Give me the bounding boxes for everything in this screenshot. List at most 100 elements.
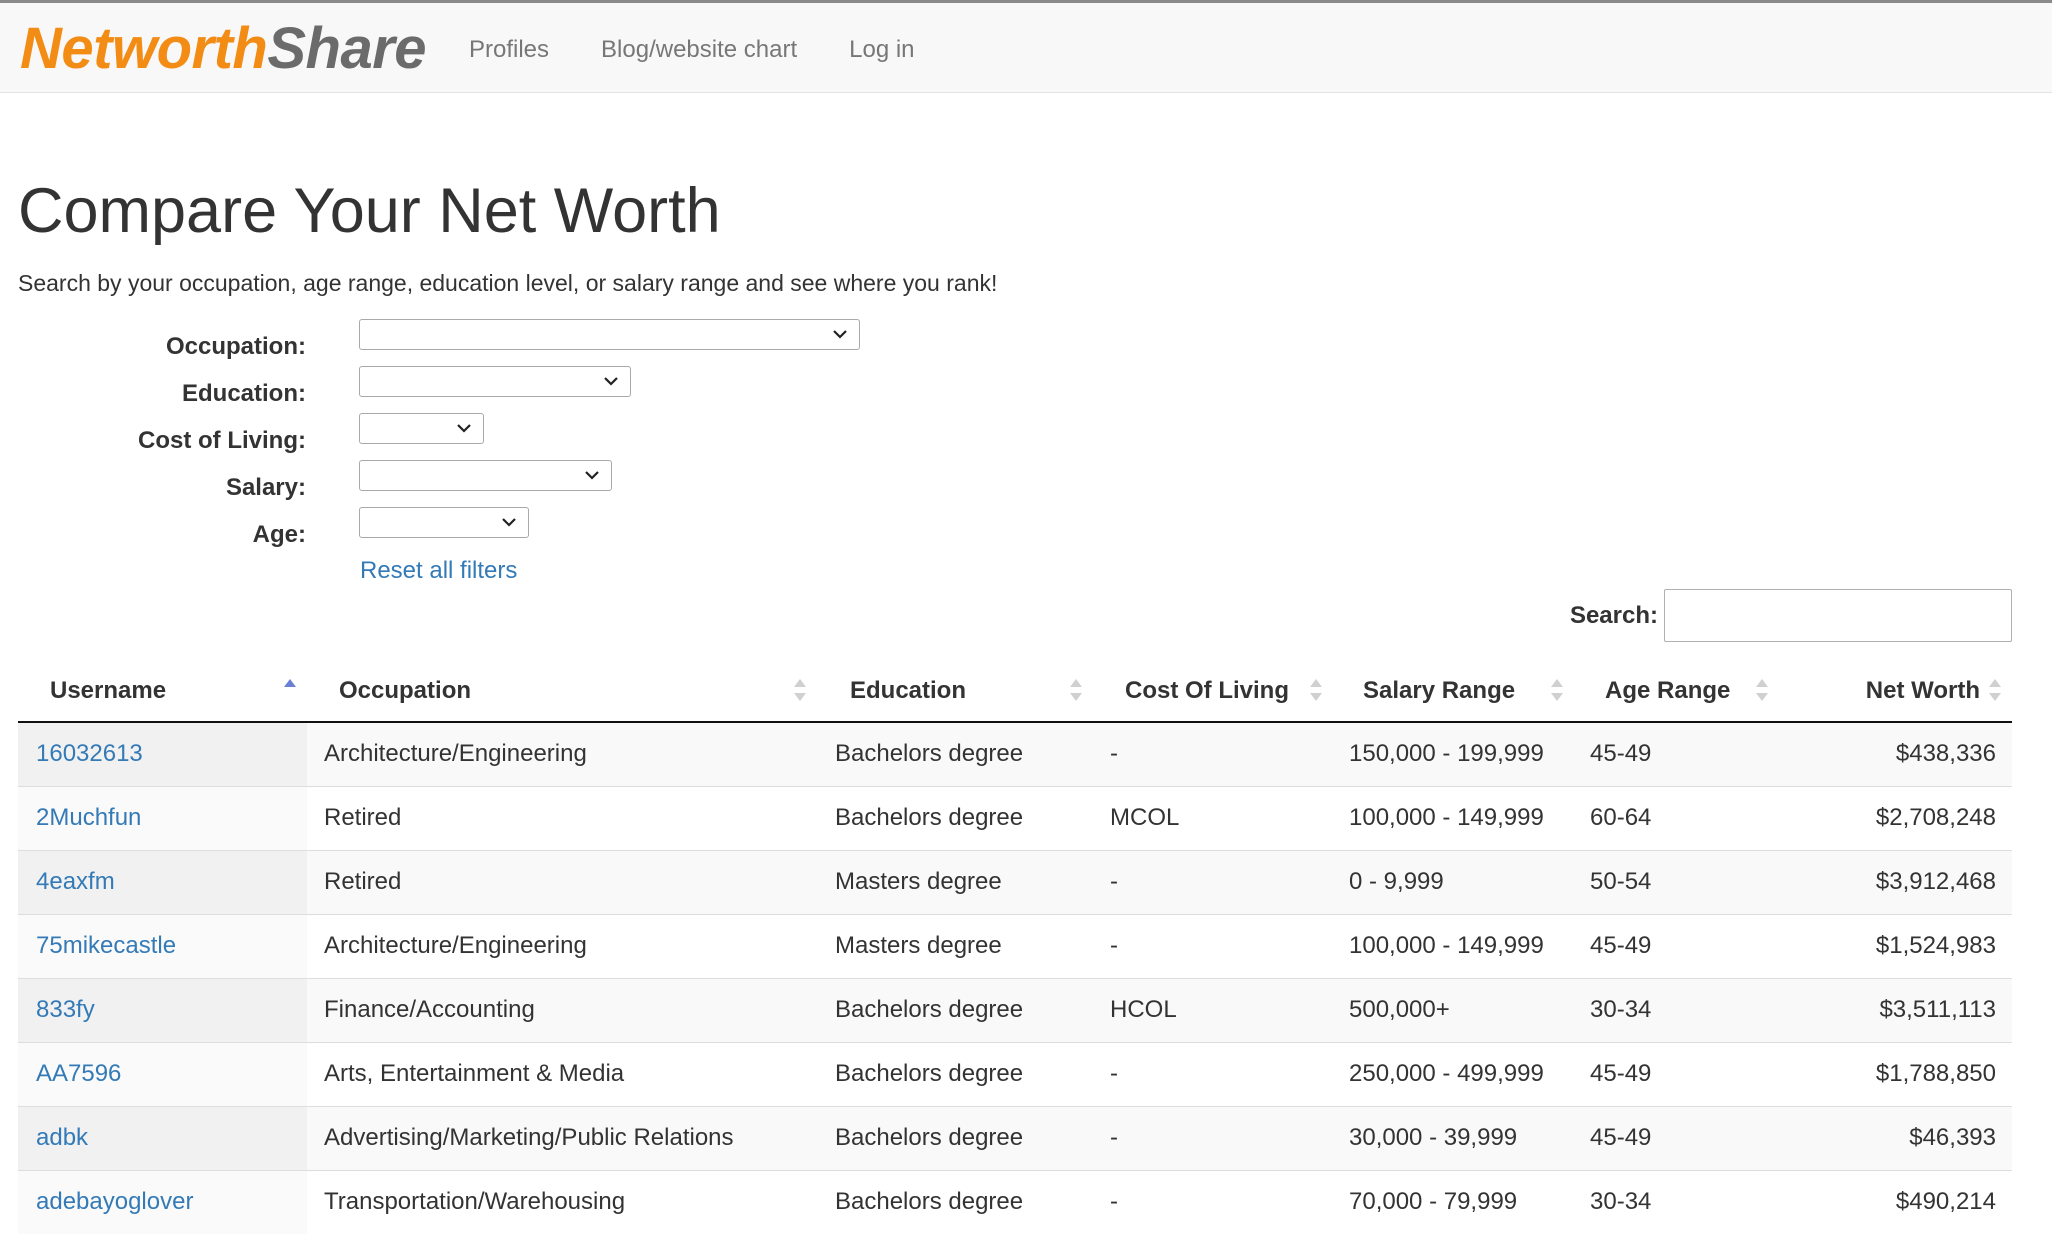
salary-range-value: 30,000 - 39,999 — [1349, 1124, 1518, 1151]
age-range-value: 30-34 — [1590, 1188, 1652, 1216]
cell-net-worth: $3,912,468 — [1779, 849, 2012, 914]
cell-education: Masters degree — [818, 913, 1093, 978]
table-row: 75mikecastle Architecture/Engineering Ma… — [18, 913, 2012, 978]
age-select[interactable] — [359, 507, 529, 538]
cell-occupation: Retired — [307, 849, 818, 914]
cell-occupation: Advertising/Marketing/Public Relations — [307, 1105, 818, 1170]
cell-salary-range: 70,000 - 79,999 — [1333, 1169, 1574, 1234]
occupation-select[interactable] — [359, 319, 860, 350]
cost-of-living-value: MCOL — [1110, 804, 1180, 831]
cell-age-range: 30-34 — [1574, 1169, 1779, 1234]
username-link[interactable]: 4eaxfm — [18, 867, 307, 897]
cost-of-living-value: - — [1110, 868, 1118, 895]
cell-username: 4eaxfm — [18, 849, 307, 914]
cell-salary-range: 100,000 - 149,999 — [1333, 913, 1574, 978]
search-input[interactable] — [1664, 589, 2012, 642]
cost-of-living-select[interactable] — [359, 413, 484, 444]
column-header-username[interactable]: Username — [18, 658, 307, 723]
cell-occupation: Architecture/Engineering — [307, 913, 818, 978]
salary-range-value: 0 - 9,999 — [1349, 868, 1444, 895]
cell-age-range: 30-34 — [1574, 977, 1779, 1042]
cell-net-worth: $490,214 — [1779, 1169, 2012, 1234]
nav-blog-website-chart[interactable]: Blog/website chart — [601, 33, 797, 67]
net-worth-value: $3,912,468 — [1875, 868, 1996, 895]
column-label: Age Range — [1605, 677, 1731, 704]
table-header-row: Username Occupation Education Cost Of Li… — [18, 658, 2012, 723]
cell-occupation: Retired — [307, 785, 818, 850]
salary-range-value: 70,000 - 79,999 — [1349, 1188, 1518, 1216]
net-worth-value: $46,393 — [1909, 1124, 1996, 1151]
networth-table: Username Occupation Education Cost Of Li… — [18, 658, 2012, 1234]
education-value: Masters degree — [835, 868, 1002, 895]
occupation-value: Architecture/Engineering — [324, 932, 587, 959]
brand-name-part1: Networth — [20, 16, 268, 81]
chevron-down-icon — [602, 370, 620, 392]
net-worth-value: $3,511,113 — [1879, 996, 1996, 1023]
cell-age-range: 45-49 — [1574, 1041, 1779, 1106]
username-link[interactable]: adbk — [18, 1123, 307, 1153]
cell-occupation: Arts, Entertainment & Media — [307, 1041, 818, 1106]
column-header-net-worth[interactable]: Net Worth — [1779, 658, 2012, 723]
table-row: 16032613 Architecture/Engineering Bachel… — [18, 722, 2012, 786]
salary-select[interactable] — [359, 460, 612, 491]
net-worth-value: $1,788,850 — [1875, 1060, 1996, 1087]
cell-cost-of-living: HCOL — [1093, 977, 1333, 1042]
cell-education: Bachelors degree — [818, 1169, 1093, 1234]
cell-salary-range: 0 - 9,999 — [1333, 849, 1574, 914]
age-label: Age: — [252, 521, 306, 548]
column-header-education[interactable]: Education — [818, 658, 1093, 723]
column-header-age-range[interactable]: Age Range — [1574, 658, 1779, 723]
username-link[interactable]: 833fy — [18, 995, 307, 1025]
cell-net-worth: $1,788,850 — [1779, 1041, 2012, 1106]
cell-username: 833fy — [18, 977, 307, 1042]
username-link[interactable]: 16032613 — [18, 739, 307, 769]
cell-net-worth: $46,393 — [1779, 1105, 2012, 1170]
cell-age-range: 45-49 — [1574, 913, 1779, 978]
table-row: 2Muchfun Retired Bachelors degree MCOL 1… — [18, 785, 2012, 850]
username-link[interactable]: AA7596 — [18, 1059, 307, 1089]
occupation-value: Transportation/Warehousing — [324, 1188, 626, 1216]
column-header-cost-of-living[interactable]: Cost Of Living — [1093, 658, 1333, 723]
table-row: 4eaxfm Retired Masters degree - 0 - 9,99… — [18, 849, 2012, 914]
occupation-value: Architecture/Engineering — [324, 740, 587, 768]
cell-cost-of-living: - — [1093, 722, 1333, 786]
cell-age-range: 45-49 — [1574, 1105, 1779, 1170]
cell-net-worth: $3,511,113 — [1779, 977, 2012, 1042]
cell-cost-of-living: - — [1093, 849, 1333, 914]
cell-cost-of-living: - — [1093, 913, 1333, 978]
column-header-salary-range[interactable]: Salary Range — [1333, 658, 1574, 723]
education-select[interactable] — [359, 366, 631, 397]
salary-label: Salary: — [225, 474, 306, 501]
education-value: Bachelors degree — [835, 1124, 1024, 1151]
column-label: Salary Range — [1363, 677, 1516, 704]
salary-range-value: 100,000 - 149,999 — [1349, 932, 1544, 959]
reset-filters-link[interactable]: Reset all filters — [360, 555, 517, 587]
username-link[interactable]: adebayoglover — [18, 1187, 307, 1217]
username-link[interactable]: 2Muchfun — [18, 803, 307, 833]
brand-logo[interactable]: NetworthShare — [20, 15, 427, 83]
age-range-value: 45-49 — [1590, 932, 1652, 959]
occupation-label: Occupation: — [165, 333, 306, 360]
cell-cost-of-living: MCOL — [1093, 785, 1333, 850]
nav-log-in[interactable]: Log in — [849, 33, 914, 67]
cell-education: Bachelors degree — [818, 722, 1093, 786]
sort-both-icon — [1550, 676, 1564, 704]
column-header-occupation[interactable]: Occupation — [307, 658, 818, 723]
cell-occupation: Transportation/Warehousing — [307, 1169, 818, 1234]
nav-profiles[interactable]: Profiles — [469, 33, 549, 67]
cell-cost-of-living: - — [1093, 1041, 1333, 1106]
username-link[interactable]: 75mikecastle — [18, 931, 307, 961]
cost-of-living-value: - — [1110, 932, 1118, 959]
column-label: Education — [850, 677, 967, 704]
sort-both-icon — [1988, 676, 2002, 704]
brand-name-part2: Share — [267, 16, 427, 81]
education-value: Bachelors degree — [835, 804, 1024, 831]
cell-education: Bachelors degree — [818, 1041, 1093, 1106]
cell-net-worth: $438,336 — [1779, 722, 2012, 786]
cell-cost-of-living: - — [1093, 1105, 1333, 1170]
cost-of-living-value: - — [1110, 1060, 1118, 1087]
cell-cost-of-living: - — [1093, 1169, 1333, 1234]
sort-asc-icon — [283, 676, 297, 704]
occupation-value: Retired — [324, 868, 402, 895]
cell-salary-range: 500,000+ — [1333, 977, 1574, 1042]
